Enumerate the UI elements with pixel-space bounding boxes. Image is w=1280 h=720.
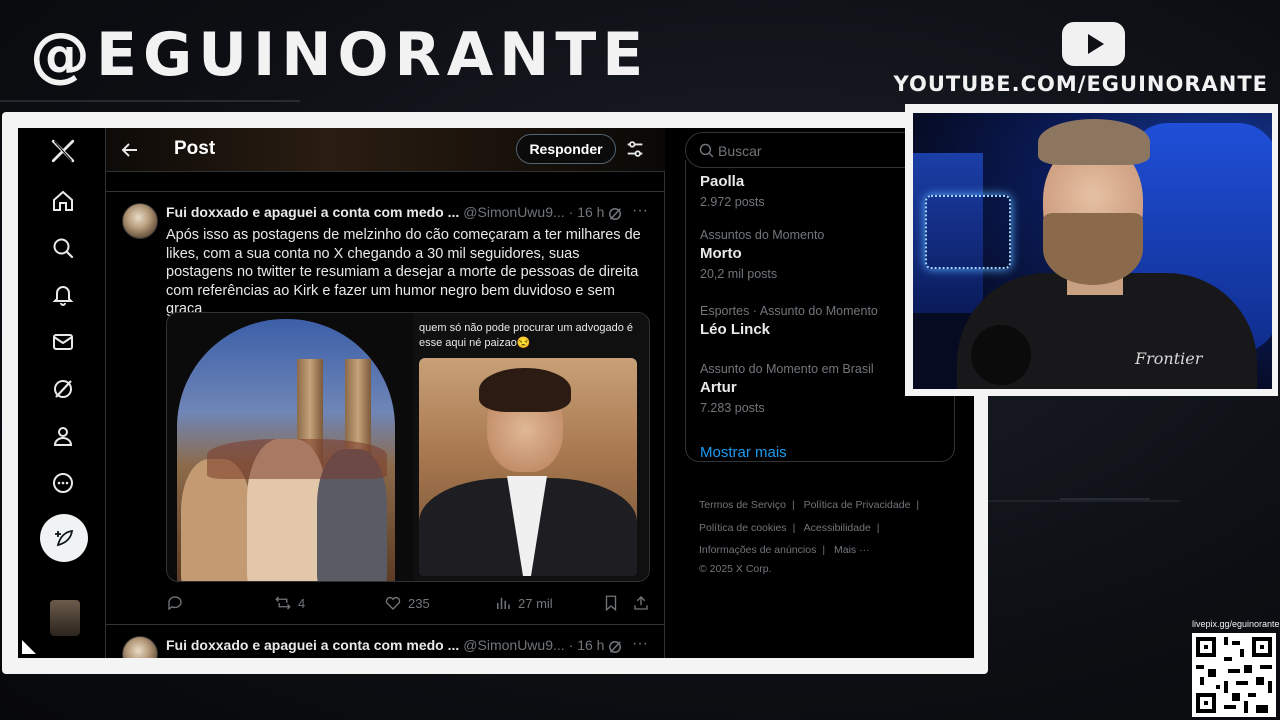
qr-label: livepix.gg/eguinorante — [1192, 619, 1280, 629]
tweet-header: Fui doxxado e apaguei a conta com medo .… — [166, 637, 604, 653]
bg-line — [980, 500, 1180, 502]
footer-link-ads-info[interactable]: Informações de anúncios — [699, 544, 816, 556]
compose-icon — [55, 529, 74, 547]
trend-name: Morto — [700, 245, 742, 262]
messages-icon[interactable] — [42, 321, 84, 363]
trend-item[interactable]: Assunto do Momento em Brasil Artur 7.283… — [700, 362, 874, 415]
tweet-header: Fui doxxado e apaguei a conta com medo .… — [166, 204, 604, 220]
compose-button[interactable] — [40, 514, 88, 562]
author-handle[interactable]: @SimonUwu9... — [463, 637, 564, 653]
trend-meta: Esportes · Assunto do Momento — [700, 304, 878, 318]
trend-item[interactable]: Paolla 2.972 posts — [700, 170, 765, 209]
tweet-time[interactable]: · 16 h — [569, 637, 605, 653]
meme-image: quem só não pode procurar um advogado é … — [413, 313, 649, 581]
trend-name: Léo Linck — [700, 321, 771, 338]
brand-handle: @EGUINORANTE — [30, 20, 650, 90]
home-icon[interactable] — [42, 180, 84, 222]
like-action[interactable]: 235 — [384, 594, 430, 612]
more-circle-icon[interactable] — [42, 462, 84, 504]
trend-count: 2.972 posts — [700, 195, 765, 209]
more-options-icon[interactable]: ··· — [632, 635, 650, 653]
grok-icon[interactable] — [42, 368, 84, 410]
repost-icon — [275, 596, 291, 610]
footer-link-cookies[interactable]: Política de cookies — [699, 522, 787, 534]
meme-caption: quem só não pode procurar um advogado é … — [419, 322, 634, 349]
divider — [106, 191, 665, 192]
repost-count: 4 — [298, 595, 306, 611]
x-app-window: Post Responder Fui doxxado e apaguei a c… — [18, 128, 974, 658]
share-action[interactable] — [632, 594, 650, 612]
reply-button[interactable]: Responder — [516, 134, 616, 164]
tweet-media[interactable]: quem só não pode procurar um advogado é … — [166, 312, 650, 582]
footer-link-terms[interactable]: Termos de Serviço — [699, 499, 786, 511]
show-more-link[interactable]: Mostrar mais — [700, 444, 787, 461]
bookmark-action[interactable] — [602, 594, 620, 612]
shirt-print: Frontier — [1135, 349, 1203, 368]
bg-line — [0, 100, 300, 102]
tweet-avatar[interactable] — [122, 203, 158, 239]
search-icon — [699, 143, 714, 158]
page-title: Post — [174, 138, 216, 159]
trend-meta: Assuntos do Momento — [700, 228, 825, 242]
post-header: Post Responder — [106, 128, 665, 172]
trend-meta: Assunto do Momento em Brasil — [700, 362, 874, 376]
trend-count: 20,2 mil posts — [700, 267, 778, 281]
trend-name: Paolla — [700, 173, 745, 190]
meme-photo — [419, 358, 637, 576]
screen-frame: Post Responder Fui doxxado e apaguei a c… — [2, 112, 988, 674]
repost-action[interactable]: 4 — [274, 594, 305, 612]
like-count: 235 — [408, 595, 430, 611]
tweet-avatar[interactable] — [122, 636, 158, 658]
webcam-feed: Frontier — [913, 113, 1272, 389]
tweet-time[interactable]: · 16 h — [569, 204, 605, 220]
explore-icon[interactable] — [42, 227, 84, 269]
trend-count: 7.283 posts — [700, 401, 765, 415]
painting-image — [177, 319, 395, 581]
grok-icon[interactable] — [606, 638, 624, 656]
trend-name: Artur — [700, 379, 737, 396]
tweet-text: Após isso as postagens de melzinho do cã… — [166, 227, 641, 317]
search-input[interactable]: Buscar — [718, 143, 762, 159]
post-timeline: Post Responder Fui doxxado e apaguei a c… — [106, 128, 665, 658]
reply-action[interactable] — [166, 594, 190, 612]
share-icon — [634, 596, 648, 610]
youtube-url: YOUTUBE.COM/EGUINORANTE — [893, 72, 1268, 96]
profile-icon[interactable] — [42, 415, 84, 457]
bg-line — [1060, 498, 1150, 500]
footer-copyright: © 2025 X Corp. — [699, 562, 772, 575]
view-count: 27 mil — [518, 595, 553, 611]
tune-icon[interactable] — [624, 138, 646, 160]
x-logo-icon[interactable] — [42, 130, 84, 172]
like-icon — [385, 596, 401, 610]
author-name[interactable]: Fui doxxado e apaguei a conta com medo .… — [166, 637, 459, 653]
youtube-icon — [1062, 22, 1125, 66]
author-name[interactable]: Fui doxxado e apaguei a conta com medo .… — [166, 204, 459, 220]
grok-icon[interactable] — [606, 205, 624, 223]
reply-icon — [168, 596, 182, 611]
account-avatar[interactable] — [50, 600, 80, 636]
footer-links: Termos de Serviço | Política de Privacida… — [699, 499, 920, 575]
footer-link-privacy[interactable]: Política de Privacidade — [804, 499, 911, 511]
notifications-icon[interactable] — [42, 274, 84, 316]
tweet-actions: 4 235 27 mil — [166, 594, 648, 614]
author-handle[interactable]: @SimonUwu9... — [463, 204, 564, 220]
back-arrow-icon[interactable] — [118, 138, 142, 162]
bookmark-icon — [605, 595, 617, 612]
qr-code — [1192, 633, 1276, 717]
footer-link-accessibility[interactable]: Acessibilidade — [804, 522, 871, 534]
more-options-icon[interactable]: ··· — [632, 202, 650, 220]
views-action[interactable]: 27 mil — [494, 594, 553, 612]
corner-marker — [22, 640, 36, 654]
views-icon — [497, 597, 510, 609]
divider — [106, 624, 665, 625]
nav-sidebar — [18, 128, 106, 658]
trend-item[interactable]: Assuntos do Momento Morto 20,2 mil posts — [700, 228, 824, 281]
footer-link-more[interactable]: Mais ··· — [834, 544, 870, 556]
trend-item[interactable]: Esportes · Assunto do Momento Léo Linck — [700, 304, 878, 338]
